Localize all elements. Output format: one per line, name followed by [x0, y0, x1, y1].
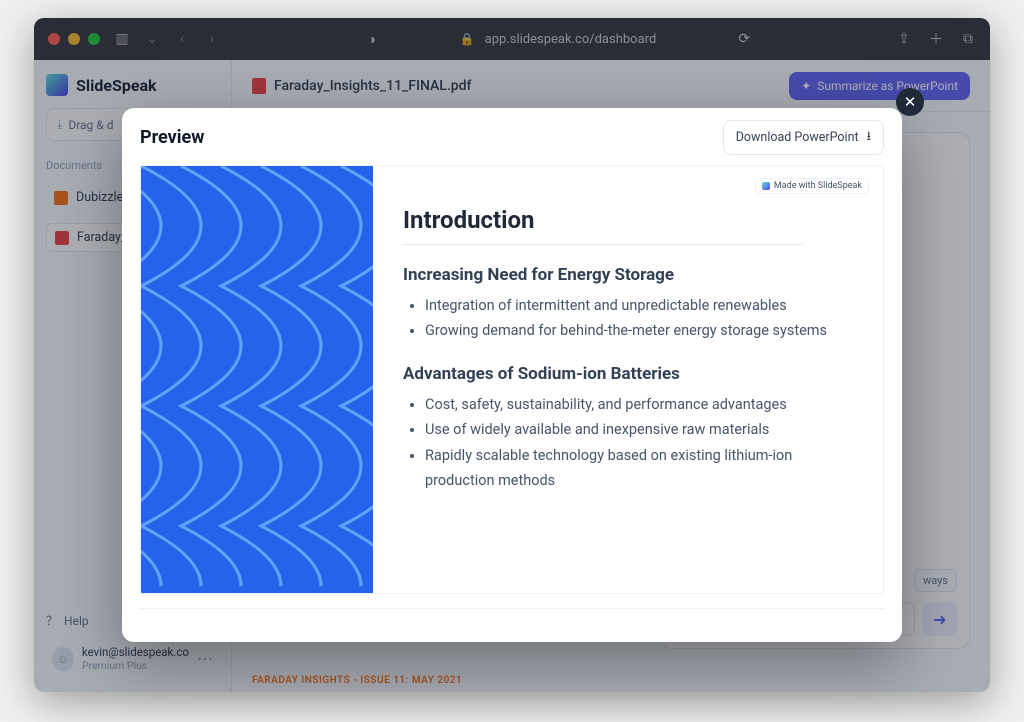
- brand-mini-icon: [762, 182, 770, 190]
- modal-header: Preview Download PowerPoint ⭳: [122, 108, 902, 165]
- download-icon: ⭳: [867, 127, 871, 148]
- slide-bullet: Rapidly scalable technology based on exi…: [425, 443, 855, 494]
- slide-content: Made with SlideSpeak Introduction Increa…: [373, 166, 883, 593]
- slide-bullet: Use of widely available and inexpensive …: [425, 417, 855, 442]
- modal-bottom-bar: [140, 608, 884, 642]
- slide-section-title: Increasing Need for Energy Storage: [403, 265, 855, 285]
- close-button[interactable]: ✕: [896, 88, 924, 116]
- made-with-badge: Made with SlideSpeak: [755, 178, 869, 194]
- download-button[interactable]: Download PowerPoint ⭳: [723, 120, 884, 155]
- slide-section-title: Advantages of Sodium-ion Batteries: [403, 364, 855, 384]
- slide-bullet: Growing demand for behind-the-meter ener…: [425, 318, 855, 343]
- slide-section: Increasing Need for Energy Storage Integ…: [403, 265, 855, 344]
- slide-decor: [141, 166, 373, 593]
- made-with-label: Made with SlideSpeak: [774, 181, 862, 191]
- preview-modal: Preview Download PowerPoint ⭳: [122, 108, 902, 642]
- slide-bullet-list: Cost, safety, sustainability, and perfor…: [403, 392, 855, 494]
- slide-preview: Made with SlideSpeak Introduction Increa…: [140, 165, 884, 594]
- slide-section: Advantages of Sodium-ion Batteries Cost,…: [403, 364, 855, 494]
- slide-bullet-list: Integration of intermittent and unpredic…: [403, 293, 855, 344]
- download-button-label: Download PowerPoint: [736, 130, 859, 145]
- slide-bullet: Integration of intermittent and unpredic…: [425, 293, 855, 318]
- close-icon: ✕: [904, 93, 917, 111]
- wave-pattern-icon: [141, 166, 373, 586]
- modal-title: Preview: [140, 127, 204, 148]
- slide-bullet: Cost, safety, sustainability, and perfor…: [425, 392, 855, 417]
- slide-heading: Introduction: [403, 184, 803, 245]
